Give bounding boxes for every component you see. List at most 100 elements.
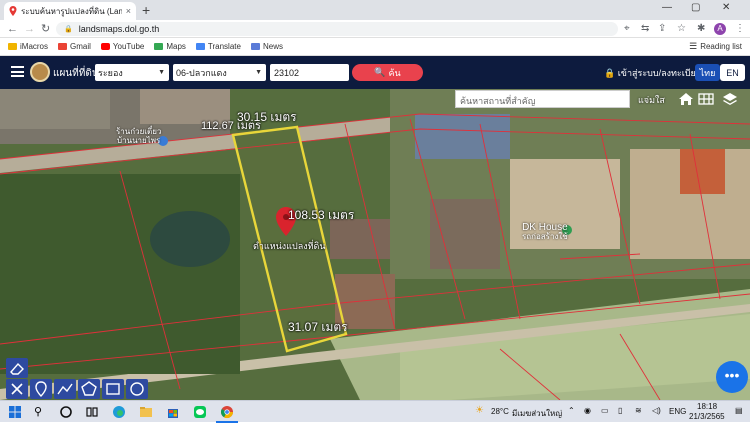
cortana-icon[interactable] <box>59 405 73 419</box>
app-header: แผนที่ที่ดิน ระยอง ▼ 06-ปลวกแดง ▼ 23102 🔍 ค… <box>0 56 750 89</box>
poi-label-left[interactable]: ร้านก๋วยเตี๋ยว บ้านนายไพร <box>116 127 161 145</box>
polyline-icon <box>57 383 73 395</box>
tab-title: ระบบค้นหารูปแปลงที่ดิน (LandsMaps) <box>21 6 122 16</box>
chrome-icon[interactable] <box>220 405 234 419</box>
rectangle-tool[interactable] <box>102 379 124 399</box>
minimize-icon[interactable]: — <box>662 2 672 13</box>
edge-icon[interactable] <box>112 405 126 419</box>
search-button[interactable]: 🔍 ค้น <box>352 64 423 81</box>
cross-tool-icon <box>11 383 23 395</box>
browser-toolbar: ← → ↻ 🔒 landsmaps.dol.go.th ⌖ ⇆ ⇪ ☆ ✱ A … <box>0 20 750 38</box>
battery-icon[interactable]: ▯ <box>618 406 622 415</box>
measure-scissors-tool[interactable] <box>6 379 28 399</box>
news-icon <box>250 43 260 50</box>
wifi-icon[interactable]: ≋ <box>635 406 642 415</box>
forward-icon[interactable]: → <box>24 23 35 35</box>
browser-tab-bar: ระบบค้นหารูปแปลงที่ดิน (LandsMaps) × + —… <box>0 0 750 20</box>
gmail-icon <box>58 43 68 50</box>
polygon-icon <box>81 381 97 396</box>
new-tab-button[interactable]: + <box>142 1 150 19</box>
task-view-icon[interactable] <box>85 405 99 419</box>
clock-date[interactable]: 21/3/2565 <box>689 412 725 421</box>
tray-monitor-icon[interactable]: ▭ <box>601 406 609 415</box>
volume-icon[interactable]: ◁) <box>652 406 661 415</box>
measure-label-right: 108.53 เมตร <box>288 208 355 222</box>
province-select[interactable]: ระยอง ▼ <box>95 64 169 81</box>
circle-icon <box>130 382 144 396</box>
polyline-tool[interactable] <box>54 379 76 399</box>
weather-sun-icon: ☀ <box>475 405 484 416</box>
file-explorer-icon[interactable] <box>139 405 153 419</box>
weather-label: แจ่มใส <box>638 95 665 105</box>
back-icon[interactable]: ← <box>7 23 18 35</box>
lang-th-button[interactable]: ไทย <box>695 64 720 81</box>
bookmark-imacros[interactable]: iMacros <box>8 42 48 51</box>
hamburger-menu-icon[interactable] <box>11 66 24 77</box>
translate-icon[interactable]: ⇆ <box>641 23 649 34</box>
maps-icon <box>154 43 164 50</box>
browser-tab[interactable]: ระบบค้นหารูปแปลงที่ดิน (LandsMaps) × <box>4 2 136 20</box>
rectangle-icon <box>106 383 120 395</box>
landmark-search-input[interactable]: ค้นหาสถานที่สำคัญ <box>455 90 630 108</box>
maximize-icon[interactable]: ▢ <box>691 2 700 13</box>
marker-tool[interactable] <box>30 379 52 399</box>
address-bar[interactable]: 🔒 landsmaps.dol.go.th <box>56 22 618 36</box>
eraser-tool-button[interactable] <box>6 358 28 378</box>
chevron-down-icon: ▼ <box>255 69 262 76</box>
bookmark-news[interactable]: News <box>250 42 283 51</box>
bookmark-translate[interactable]: Translate <box>195 42 241 51</box>
notification-icon[interactable]: ▤ <box>735 406 743 415</box>
translate-icon <box>195 43 205 50</box>
app-title: แผนที่ที่ดิน <box>53 68 99 79</box>
pin-tool-icon <box>35 381 47 397</box>
bookmark-youtube[interactable]: YouTube <box>100 42 144 51</box>
tray-chevron-up-icon[interactable]: ⌃ <box>568 406 575 415</box>
window-close-icon[interactable]: ✕ <box>722 2 730 13</box>
more-actions-button[interactable]: ••• <box>716 361 748 393</box>
map-pin-favicon-icon <box>9 6 17 16</box>
grid-layers-icon[interactable] <box>698 92 714 106</box>
youtube-icon <box>100 43 110 50</box>
reading-list[interactable]: ☰ Reading list <box>689 41 742 52</box>
folder-icon <box>8 43 17 50</box>
dol-logo <box>30 62 50 82</box>
windows-start-icon[interactable] <box>8 405 22 419</box>
polygon-tool[interactable] <box>78 379 100 399</box>
search-icon[interactable]: ⚲ <box>34 405 48 419</box>
bookmark-star-icon[interactable]: ☆ <box>677 23 686 34</box>
login-link[interactable]: 🔒 เข้าสู่ระบบ/ลงทะเบียน <box>604 66 702 80</box>
eraser-icon <box>10 362 24 375</box>
measure-label-bottom: 31.07 เมตร <box>288 320 348 334</box>
bookmark-gmail[interactable]: Gmail <box>58 42 91 51</box>
line-app-icon[interactable] <box>193 405 207 419</box>
bookmark-maps[interactable]: Maps <box>154 42 186 51</box>
tray-app-icon[interactable]: ◉ <box>584 406 591 415</box>
district-select[interactable]: 06-ปลวกแดง ▼ <box>173 64 266 81</box>
parcel-location-label: ตำแหน่งแปลงที่ดิน <box>253 241 326 251</box>
location-icon[interactable]: ⌖ <box>624 23 630 34</box>
reload-icon[interactable]: ↻ <box>41 23 50 35</box>
lang-en-button[interactable]: EN <box>720 64 745 81</box>
profile-avatar[interactable]: A <box>714 23 726 35</box>
taskbar-weather[interactable]: มีเมฆส่วนใหญ่ <box>512 407 562 420</box>
circle-tool[interactable] <box>126 379 148 399</box>
menu-dots-icon[interactable]: ⋮ <box>735 23 745 34</box>
parcel-number-input[interactable]: 23102 <box>270 64 349 81</box>
windows-taskbar: ⚲ ☀ 28°C มีเมฆส่วนใหญ่ ⌃ ◉ ▭ ▯ ≋ ◁) ENG … <box>0 400 750 423</box>
lock-icon: 🔒 <box>604 68 618 78</box>
lock-icon: 🔒 <box>64 26 73 33</box>
map-imagery <box>0 89 750 400</box>
extensions-icon[interactable]: ✱ <box>697 23 705 34</box>
poi-label-dk-house[interactable]: DK House รถก่อสร้างใช้ <box>522 223 568 242</box>
layers-stack-icon[interactable] <box>722 92 738 106</box>
clock-time[interactable]: 18:18 <box>697 402 717 411</box>
tab-close-icon[interactable]: × <box>126 6 131 16</box>
bookmarks-bar: iMacros Gmail YouTube Maps Translate New… <box>0 38 750 56</box>
store-icon[interactable] <box>166 405 180 419</box>
chevron-down-icon: ▼ <box>158 69 165 76</box>
satellite-map[interactable]: 112.67 เมตร 30.15 เมตร 108.53 เมตร 31.07… <box>0 89 750 400</box>
home-icon[interactable] <box>678 92 694 106</box>
share-icon[interactable]: ⇪ <box>658 23 666 34</box>
taskbar-temp[interactable]: 28°C <box>491 407 509 416</box>
input-language[interactable]: ENG <box>669 407 686 416</box>
